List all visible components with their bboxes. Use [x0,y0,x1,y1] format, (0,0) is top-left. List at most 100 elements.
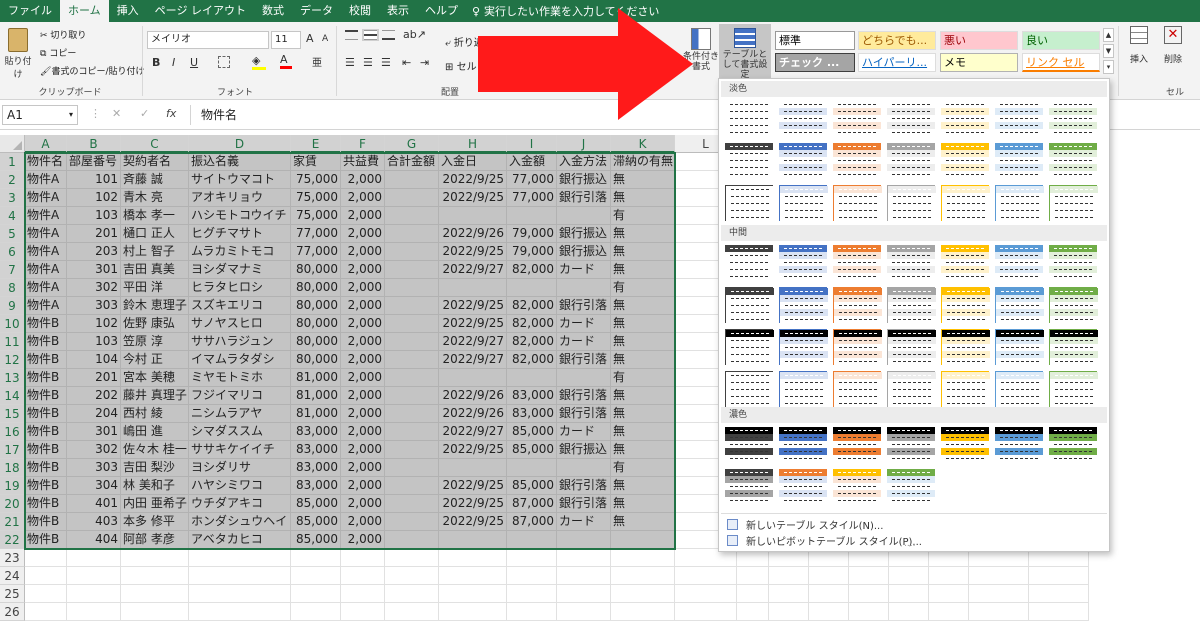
menu-tab[interactable]: 表示 [379,0,417,22]
grid-cell[interactable]: 物件A [25,189,67,207]
grid-cell[interactable]: 無 [611,441,675,459]
table-style-swatch[interactable] [995,427,1043,463]
grid-cell[interactable] [809,585,849,603]
grid-cell[interactable]: 2,000 [341,351,385,369]
grid-cell[interactable]: 佐野 康弘 [121,315,189,333]
grid-cell[interactable] [737,585,769,603]
grid-cell[interactable]: 85,000 [507,423,557,441]
grid-cell[interactable]: ヨシダリサ [189,459,291,477]
grid-cell[interactable]: 303 [67,297,121,315]
grid-cell[interactable] [889,585,929,603]
table-style-swatch[interactable] [779,287,828,323]
table-style-swatch[interactable] [779,371,828,407]
grid-cell[interactable]: 85,000 [507,441,557,459]
grid-cell[interactable]: 2,000 [341,297,385,315]
grid-cell[interactable] [341,585,385,603]
grid-cell[interactable]: 物件名 [25,153,67,171]
table-style-swatch[interactable] [887,287,936,323]
grid-cell[interactable] [291,549,341,567]
row-header[interactable]: 11 [0,333,25,351]
grid-cell[interactable] [439,207,507,225]
grid-cell[interactable] [1029,603,1089,621]
grid-cell[interactable] [439,585,507,603]
align-center-button[interactable]: ☰ [363,56,373,69]
grid-cell[interactable]: 橋本 孝一 [121,207,189,225]
table-style-swatch[interactable] [1049,245,1097,281]
grid-cell[interactable]: 2022/9/26 [439,387,507,405]
grid-cell[interactable] [291,567,341,585]
grid-cell[interactable]: 2,000 [341,333,385,351]
table-style-swatch[interactable] [833,287,882,323]
grid-cell[interactable] [121,603,189,621]
menu-tab[interactable]: 校閲 [341,0,379,22]
select-all-corner[interactable] [0,135,25,153]
grid-cell[interactable]: カード [557,513,611,531]
grid-cell[interactable]: 本多 修平 [121,513,189,531]
confirm-entry-button[interactable]: ✓ [140,107,149,120]
table-style-swatch[interactable] [1049,143,1097,179]
menu-tab[interactable]: 数式 [254,0,292,22]
row-header[interactable]: 12 [0,351,25,369]
grid-cell[interactable]: 2,000 [341,189,385,207]
insert-cells-button[interactable]: 挿入 [1124,26,1154,65]
row-header[interactable]: 17 [0,441,25,459]
grid-cell[interactable]: 80,000 [291,279,341,297]
grid-cell[interactable]: 物件A [25,297,67,315]
grid-cell[interactable]: 82,000 [507,333,557,351]
grid-cell[interactable] [439,369,507,387]
grid-cell[interactable] [557,369,611,387]
grid-cell[interactable] [385,549,439,567]
table-style-swatch[interactable] [725,143,773,179]
grid-cell[interactable] [385,603,439,621]
grid-cell[interactable] [557,459,611,477]
grid-cell[interactable]: 2,000 [341,279,385,297]
grid-cell[interactable]: ヒラタヒロシ [189,279,291,297]
grid-cell[interactable]: 83,000 [507,405,557,423]
table-style-swatch[interactable] [725,427,773,463]
orientation-button[interactable]: ab↗ [403,28,426,41]
grid-cell[interactable]: 銀行引落 [557,387,611,405]
grid-cell[interactable]: 83,000 [291,423,341,441]
grid-cell[interactable]: 301 [67,261,121,279]
table-style-swatch[interactable] [833,245,881,281]
table-style-swatch[interactable] [833,329,882,365]
gallery-more-button[interactable]: ▾ [1103,60,1114,74]
grid-cell[interactable] [385,315,439,333]
column-header[interactable]: J [557,135,611,153]
grid-cell[interactable]: 合計金額 [385,153,439,171]
grid-cell[interactable]: 401 [67,495,121,513]
indent-increase-button[interactable]: ⇥ [420,56,429,69]
grid-cell[interactable]: 無 [611,423,675,441]
grid-cell[interactable]: 物件A [25,225,67,243]
table-style-swatch[interactable] [995,143,1043,179]
grid-cell[interactable]: 83,000 [291,441,341,459]
grid-cell[interactable]: 201 [67,225,121,243]
grid-cell[interactable] [439,567,507,585]
grid-cell[interactable]: ホンダシュウヘイ [189,513,291,531]
column-header[interactable]: E [291,135,341,153]
table-style-swatch[interactable] [887,143,935,179]
font-size-combo[interactable]: 11 [271,31,301,49]
grid-cell[interactable] [385,297,439,315]
row-header[interactable]: 21 [0,513,25,531]
align-middle-button[interactable] [362,29,379,41]
underline-button[interactable]: U [190,56,198,69]
grid-cell[interactable]: 銀行引落 [557,297,611,315]
grid-cell[interactable]: 無 [611,297,675,315]
grid-cell[interactable] [189,603,291,621]
grid-cell[interactable]: 共益費 [341,153,385,171]
grid-cell[interactable] [385,405,439,423]
grid-cell[interactable]: 内田 亜希子 [121,495,189,513]
grid-cell[interactable]: 77,000 [507,171,557,189]
grid-cell[interactable]: 79,000 [507,243,557,261]
grid-cell[interactable]: 物件B [25,495,67,513]
grid-cell[interactable]: 83,000 [291,459,341,477]
grid-cell[interactable]: 平田 洋 [121,279,189,297]
grid-cell[interactable]: 2022/9/25 [439,315,507,333]
grid-cell[interactable]: 2022/9/25 [439,189,507,207]
table-style-swatch[interactable] [995,287,1044,323]
grid-cell[interactable]: 2022/9/25 [439,513,507,531]
grid-cell[interactable] [1029,567,1089,585]
grid-cell[interactable] [849,567,889,585]
grid-cell[interactable]: 無 [611,405,675,423]
